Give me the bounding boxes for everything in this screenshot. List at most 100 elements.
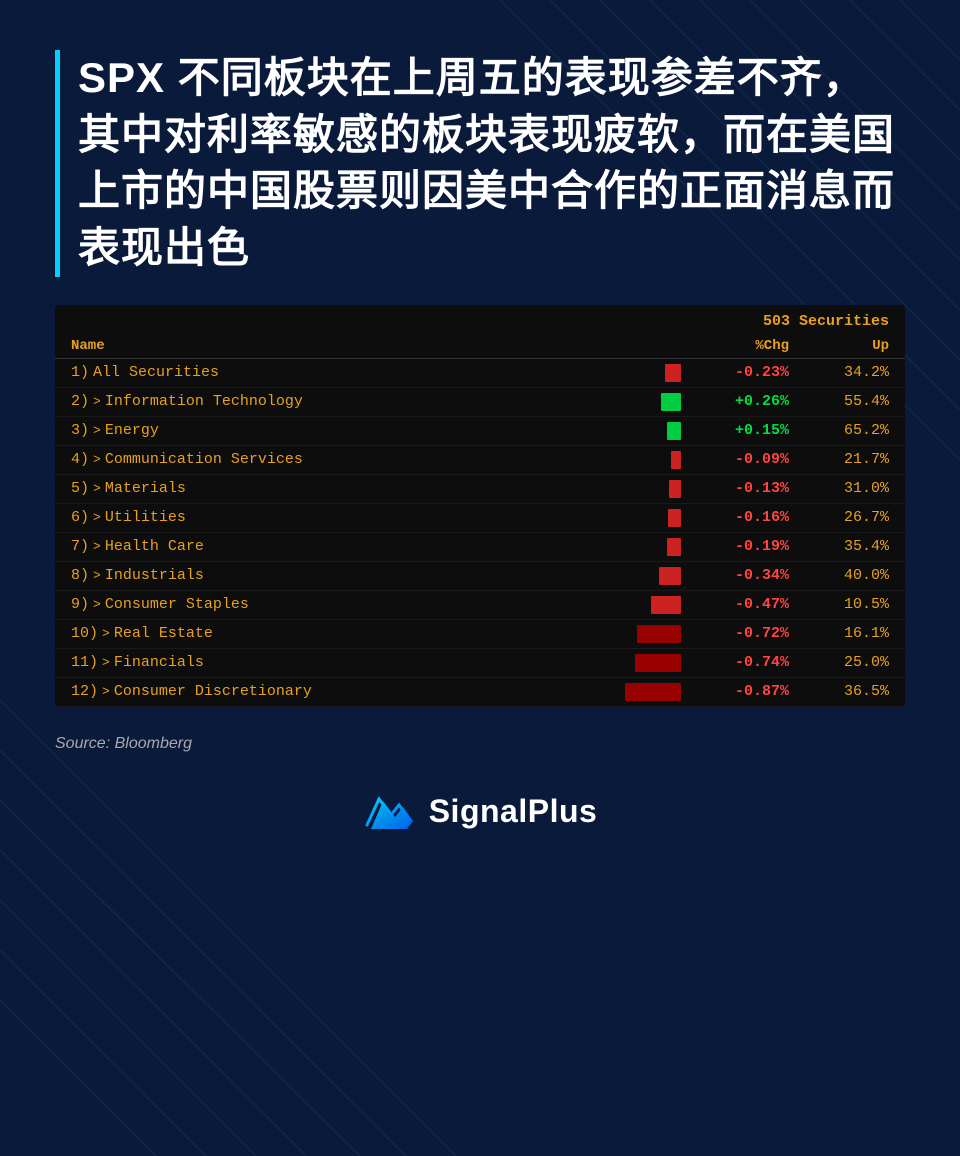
row-up-cell: 21.7% [789,451,889,468]
table-row: 9) > Consumer Staples -0.47%10.5% [55,591,905,620]
row-number: 7) [71,538,89,555]
table-row: 11) > Financials -0.74%25.0% [55,649,905,678]
table-row: 2) > Information Technology +0.26%55.4% [55,388,905,417]
row-bar-cell [569,509,689,527]
row-sector-name: Information Technology [105,393,303,410]
row-name-cell: 7) > Health Care [71,538,569,555]
row-up-cell: 25.0% [789,654,889,671]
row-name-cell: 10) > Real Estate [71,625,569,642]
row-up-cell: 35.4% [789,538,889,555]
signalplus-logo-icon [363,791,415,833]
row-arrow-icon: > [93,394,101,409]
row-bar-cell [569,364,689,382]
row-sector-name: Financials [114,654,204,671]
row-number: 12) [71,683,98,700]
row-pct-cell: -0.09% [689,451,789,468]
row-sector-name: Utilities [105,509,186,526]
row-name-cell: 6) > Utilities [71,509,569,526]
table-header-row: 503 Securities [55,305,905,334]
table-row: 7) > Health Care-0.19%35.4% [55,533,905,562]
performance-bar [668,509,681,527]
row-pct-cell: -0.47% [689,596,789,613]
table-row: 3) > Energy+0.15%65.2% [55,417,905,446]
performance-bar [665,364,681,382]
row-bar-cell [569,422,689,440]
table-row: 5) > Materials-0.13%31.0% [55,475,905,504]
row-bar-cell [569,451,689,469]
row-arrow-icon: > [93,423,101,438]
row-sector-name: Energy [105,422,159,439]
row-number: 6) [71,509,89,526]
table-row: 4) > Communication Services -0.09%21.7% [55,446,905,475]
row-number: 1) [71,364,89,381]
row-arrow-icon: > [102,655,110,670]
row-up-cell: 40.0% [789,567,889,584]
col-name-header: Name [71,338,569,354]
row-sector-name: Consumer Staples [105,596,249,613]
row-name-cell: 12) > Consumer Discretionary [71,683,569,700]
row-pct-cell: -0.34% [689,567,789,584]
performance-bar [659,567,681,585]
row-sector-name: All Securities [93,364,219,381]
row-sector-name: Industrials [105,567,204,584]
row-arrow-icon: > [93,452,101,467]
row-number: 9) [71,596,89,613]
row-up-cell: 65.2% [789,422,889,439]
table-row: 10) > Real Estate-0.72%16.1% [55,620,905,649]
data-table: 503 Securities Name %Chg Up 1) All Secur… [55,305,905,707]
row-bar-cell [569,625,689,643]
row-arrow-icon: > [102,684,110,699]
table-row: 6) > Utilities-0.16%26.7% [55,504,905,533]
row-number: 8) [71,567,89,584]
row-up-cell: 26.7% [789,509,889,526]
row-sector-name: Real Estate [114,625,213,642]
logo-text: SignalPlus [429,793,598,830]
row-arrow-icon: > [93,510,101,525]
performance-bar [651,596,681,614]
row-bar-cell [569,654,689,672]
row-number: 11) [71,654,98,671]
performance-bar [661,393,681,411]
page-title: SPX 不同板块在上周五的表现参差不齐，其中对利率敏感的板块表现疲软，而在美国上… [78,50,905,277]
col-up-header: Up [789,338,889,354]
row-sector-name: Health Care [105,538,204,555]
row-pct-cell: -0.23% [689,364,789,381]
row-name-cell: 8) > Industrials [71,567,569,584]
row-arrow-icon: > [93,568,101,583]
source-text: Source: Bloomberg [55,735,192,752]
row-number: 4) [71,451,89,468]
row-pct-cell: -0.72% [689,625,789,642]
row-sector-name: Communication Services [105,451,303,468]
row-sector-name: Materials [105,480,186,497]
row-name-cell: 4) > Communication Services [71,451,569,468]
performance-bar [625,683,681,701]
row-pct-cell: +0.26% [689,393,789,410]
column-headers: Name %Chg Up [55,334,905,359]
row-bar-cell [569,393,689,411]
row-number: 5) [71,480,89,497]
performance-bar [667,538,681,556]
row-name-cell: 2) > Information Technology [71,393,569,410]
row-name-cell: 11) > Financials [71,654,569,671]
row-name-cell: 5) > Materials [71,480,569,497]
row-pct-cell: -0.74% [689,654,789,671]
row-up-cell: 10.5% [789,596,889,613]
table-body: 1) All Securities-0.23%34.2%2) > Informa… [55,359,905,707]
row-pct-cell: -0.87% [689,683,789,700]
table-row: 12) > Consumer Discretionary-0.87%36.5% [55,678,905,707]
row-arrow-icon: > [102,626,110,641]
table-row: 8) > Industrials -0.34%40.0% [55,562,905,591]
row-name-cell: 3) > Energy [71,422,569,439]
col-bar-header [569,338,689,354]
row-bar-cell [569,683,689,701]
performance-bar [669,480,681,498]
row-arrow-icon: > [93,597,101,612]
performance-bar [635,654,681,672]
securities-count: 503 Securities [763,313,889,330]
performance-bar [671,451,681,469]
row-name-cell: 1) All Securities [71,364,569,381]
row-arrow-icon: > [93,481,101,496]
row-up-cell: 55.4% [789,393,889,410]
row-bar-cell [569,596,689,614]
row-bar-cell [569,480,689,498]
